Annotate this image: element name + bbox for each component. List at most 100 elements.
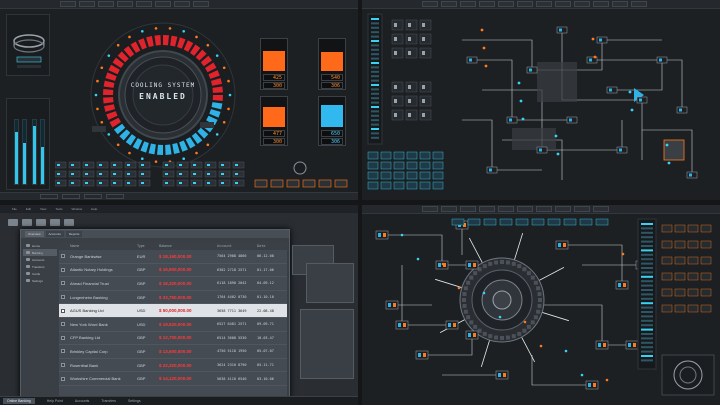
- control-button[interactable]: [176, 170, 189, 178]
- control-button[interactable]: [406, 151, 418, 160]
- control-button[interactable]: [700, 272, 712, 281]
- switch-block[interactable]: [419, 47, 432, 59]
- folder-icon[interactable]: [8, 219, 18, 226]
- control-button[interactable]: [563, 218, 577, 226]
- node-block[interactable]: [615, 280, 629, 290]
- control-button[interactable]: [419, 161, 431, 170]
- control-button[interactable]: [700, 256, 712, 265]
- control-button[interactable]: [595, 218, 609, 226]
- control-button[interactable]: [661, 304, 673, 313]
- table-row[interactable]: AGUS Banking Ltd USD $ 50,000,000.00 3658 7…: [59, 304, 287, 318]
- toolbar-button[interactable]: [136, 1, 152, 7]
- toolbar-button[interactable]: [117, 1, 133, 7]
- control-button[interactable]: [406, 161, 418, 170]
- control-button[interactable]: [124, 179, 137, 187]
- menu-view[interactable]: View: [40, 207, 46, 211]
- table-row[interactable]: CFP Banking Ltd GBP $ 12,700,000.00 6514 36…: [59, 332, 287, 346]
- switch-block[interactable]: [391, 109, 404, 121]
- control-button[interactable]: [419, 151, 431, 160]
- control-button[interactable]: [674, 240, 686, 249]
- menu-help[interactable]: Help: [91, 207, 97, 211]
- row-checkbox[interactable]: [61, 254, 65, 259]
- row-checkbox[interactable]: [61, 281, 65, 286]
- control-button[interactable]: [451, 218, 465, 226]
- row-checkbox[interactable]: [61, 267, 65, 272]
- control-button[interactable]: [547, 218, 561, 226]
- control-button[interactable]: [138, 170, 151, 178]
- table-row[interactable]: Ahead Financial Trust GBP $ 18,320,000.00 6…: [59, 277, 287, 291]
- row-checkbox[interactable]: [61, 322, 65, 327]
- control-button[interactable]: [286, 179, 300, 188]
- control-button[interactable]: [393, 181, 405, 190]
- node-block[interactable]: [385, 300, 399, 310]
- control-button[interactable]: [367, 161, 379, 170]
- control-button[interactable]: [700, 288, 712, 297]
- menu-edit[interactable]: Edit: [26, 207, 31, 211]
- node-block[interactable]: [435, 260, 449, 270]
- row-checkbox[interactable]: [61, 335, 65, 340]
- control-button[interactable]: [96, 161, 109, 169]
- control-button[interactable]: [124, 161, 137, 169]
- table-row[interactable]: Longenheim Banking GBP $ 33,750,000.00 1704…: [59, 291, 287, 305]
- control-button[interactable]: [661, 240, 673, 249]
- column-header-date[interactable]: Date: [257, 244, 287, 248]
- column-header-account[interactable]: Account: [217, 244, 257, 248]
- control-button[interactable]: [204, 170, 217, 178]
- control-button[interactable]: [406, 181, 418, 190]
- toolbar-button[interactable]: [193, 1, 209, 7]
- table-row[interactable]: Brinkley Capital Corp GBP $ 13,600,000.00 4…: [59, 345, 287, 359]
- control-button[interactable]: [432, 181, 444, 190]
- tab-accounts[interactable]: Accounts: [45, 231, 64, 237]
- toolbar-button[interactable]: [84, 194, 102, 199]
- status-item-transfers[interactable]: Transfers: [101, 399, 116, 403]
- wiring-diagram[interactable]: [362, 0, 720, 200]
- toolbar-button[interactable]: [40, 194, 58, 199]
- switch-block[interactable]: [419, 109, 432, 121]
- control-button[interactable]: [674, 272, 686, 281]
- control-button[interactable]: [674, 256, 686, 265]
- cooling-dial[interactable]: COOLING SYSTEM ENABLED: [88, 20, 238, 170]
- node-block[interactable]: [395, 320, 409, 330]
- table-row[interactable]: Atlantic Notary Holdings GBP $ 16,900,000.…: [59, 264, 287, 278]
- control-button[interactable]: [176, 161, 189, 169]
- control-button[interactable]: [124, 170, 137, 178]
- node-block[interactable]: [445, 320, 459, 330]
- switch-block[interactable]: [405, 81, 418, 93]
- control-button[interactable]: [419, 181, 431, 190]
- sidebar-item-home[interactable]: Home: [23, 242, 57, 249]
- control-button[interactable]: [687, 288, 699, 297]
- switch-block[interactable]: [419, 33, 432, 45]
- control-button[interactable]: [232, 161, 245, 169]
- control-button[interactable]: [190, 170, 203, 178]
- control-button[interactable]: [531, 218, 545, 226]
- control-button[interactable]: [687, 304, 699, 313]
- switch-block[interactable]: [405, 19, 418, 31]
- control-button[interactable]: [432, 171, 444, 180]
- control-button[interactable]: [110, 161, 123, 169]
- control-button[interactable]: [110, 179, 123, 187]
- control-button[interactable]: [674, 224, 686, 233]
- control-button[interactable]: [687, 224, 699, 233]
- menu-tools[interactable]: Tools: [55, 207, 62, 211]
- node-block[interactable]: [465, 260, 479, 270]
- status-item-help[interactable]: Help Point: [47, 399, 63, 403]
- control-button[interactable]: [393, 151, 405, 160]
- node-block[interactable]: [595, 340, 609, 350]
- control-button[interactable]: [393, 171, 405, 180]
- control-button[interactable]: [254, 179, 268, 188]
- control-button[interactable]: [380, 181, 392, 190]
- switch-block[interactable]: [419, 81, 432, 93]
- sidebar-item-transfers[interactable]: Transfers: [23, 263, 57, 270]
- control-button[interactable]: [661, 224, 673, 233]
- node-block[interactable]: [555, 240, 569, 250]
- sidebar-item-settings[interactable]: Settings: [23, 277, 57, 284]
- control-button[interactable]: [380, 171, 392, 180]
- folder-icon[interactable]: [22, 219, 32, 226]
- control-button[interactable]: [318, 179, 332, 188]
- control-button[interactable]: [515, 218, 529, 226]
- switch-block[interactable]: [419, 19, 432, 31]
- row-checkbox[interactable]: [61, 308, 65, 313]
- control-button[interactable]: [218, 179, 231, 187]
- table-row[interactable]: Workshire Commercial Bank GBP $ 14,120,000…: [59, 372, 287, 386]
- switch-block[interactable]: [405, 47, 418, 59]
